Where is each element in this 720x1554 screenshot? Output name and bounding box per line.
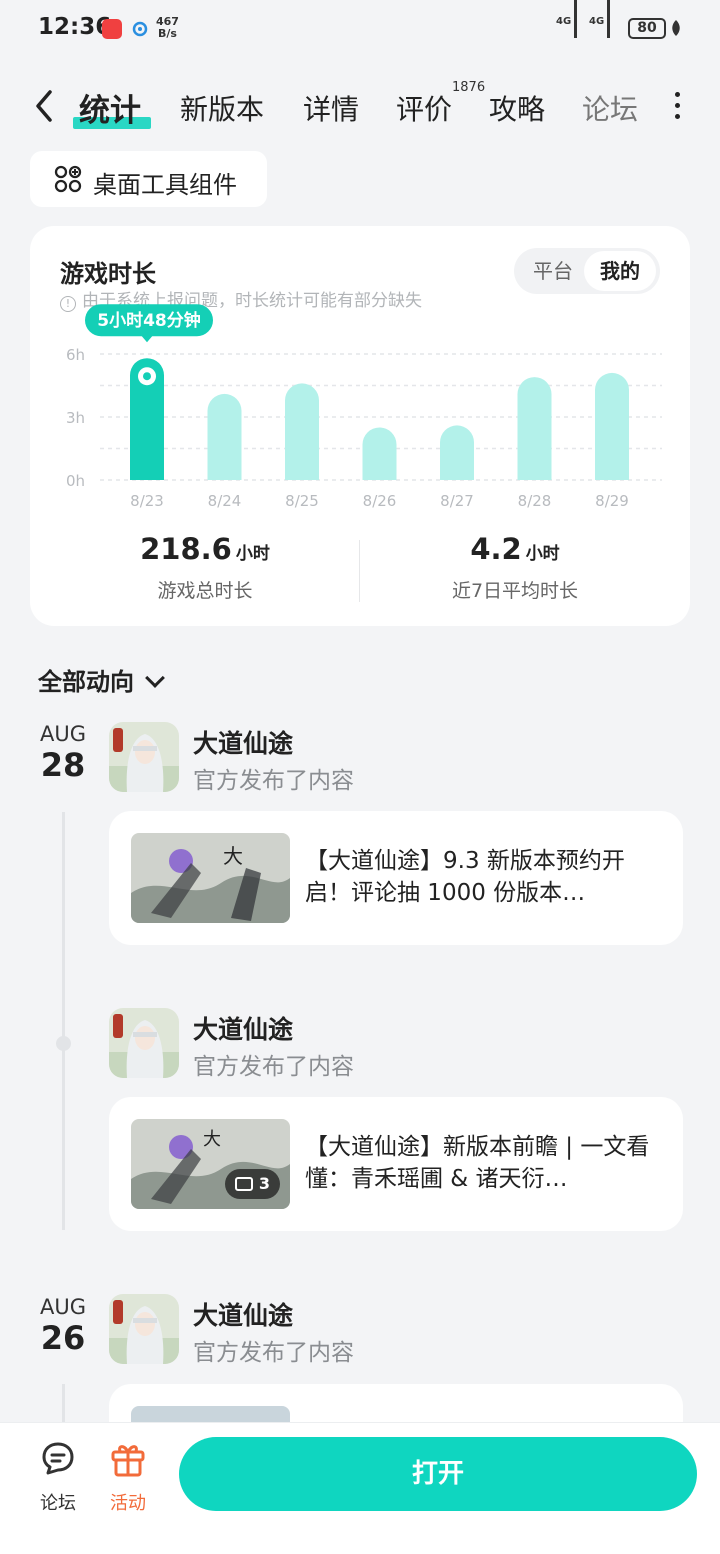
battery-icon: 80 <box>628 18 666 39</box>
forum-chat-icon <box>42 1442 74 1475</box>
event-button[interactable]: 活动 <box>98 1439 158 1515</box>
x-tick-label: 8/24 <box>208 492 242 510</box>
activity-filter-dropdown[interactable]: 全部动向 <box>38 662 165 697</box>
average-label: 近7日平均时长 <box>451 580 579 602</box>
post-thumbnail: 大 3 <box>131 1119 290 1209</box>
date-marker: AUG 26 <box>30 1295 96 1357</box>
chart-bar <box>517 377 552 480</box>
network-type-1: 4G <box>556 16 572 27</box>
image-icon <box>234 1177 253 1191</box>
desktop-widget-label: 桌面工具组件 <box>93 171 237 199</box>
chart-bar <box>207 393 242 480</box>
event-label: 活动 <box>110 1493 146 1514</box>
x-tick-label: 8/29 <box>595 492 629 510</box>
y-tick-label: 0h <box>66 472 85 490</box>
image-count-badge: 3 <box>224 1169 280 1199</box>
timeline-line <box>62 1384 65 1424</box>
gift-icon <box>111 1445 145 1477</box>
speed-unit: B/s <box>158 27 177 40</box>
y-tick-label: 6h <box>66 346 85 364</box>
chart-bar <box>285 383 319 480</box>
status-bar: 12:36 467 B/s 4G 4G 80 <box>0 0 720 60</box>
total-value: 218.6 <box>140 532 232 566</box>
average-playtime: 4.2 小时 近7日平均时长 <box>400 532 630 603</box>
tab-bar: 统计 新版本 详情 评价 1876 攻略 论坛 <box>0 78 720 138</box>
x-tick-label: 8/25 <box>285 492 319 510</box>
date-marker: AUG 28 <box>30 722 96 784</box>
post-thumbnail: 大 <box>131 833 290 923</box>
chart-bar <box>440 425 474 480</box>
status-time: 12:36 <box>38 14 112 40</box>
timeline-dot <box>56 1036 71 1051</box>
tab-reviews[interactable]: 评价 <box>396 88 452 128</box>
game-avatar-image <box>109 1008 179 1078</box>
y-tick-label: 3h <box>66 409 85 427</box>
forum-label: 论坛 <box>40 1493 76 1514</box>
game-name[interactable]: 大道仙途 <box>193 1010 293 1046</box>
open-game-button[interactable]: 打开 <box>179 1437 697 1511</box>
reviews-count-badge: 1876 <box>452 80 486 95</box>
chart-bar <box>362 427 397 480</box>
game-avatar[interactable] <box>109 722 179 792</box>
tooltip-pointer <box>141 335 153 343</box>
bottom-action-bar: 论坛 活动 打开 <box>0 1422 720 1554</box>
average-value: 4.2 <box>470 532 522 566</box>
signal-1-icon: 4G <box>556 0 577 40</box>
tab-details[interactable]: 详情 <box>303 88 359 128</box>
timeline-line <box>62 812 65 1230</box>
network-type-2: 4G <box>589 16 605 27</box>
date-day: 28 <box>40 746 86 784</box>
tab-guides[interactable]: 攻略 <box>489 88 545 128</box>
svg-text:大: 大 <box>203 1129 221 1150</box>
post-card[interactable]: 大 3 【大道仙途】新版本前瞻 | 一文看懂：青禾瑶圃 & 诸天衍… <box>109 1097 683 1231</box>
game-avatar-image <box>109 722 179 792</box>
chevron-down-icon <box>145 668 165 688</box>
network-speed: 467 B/s <box>156 16 179 40</box>
post-subtitle: 官方发布了内容 <box>193 1340 354 1366</box>
game-avatar[interactable] <box>109 1008 179 1078</box>
game-avatar[interactable] <box>109 1294 179 1364</box>
stats-divider <box>359 540 360 602</box>
tab-forum[interactable]: 论坛 <box>582 88 638 128</box>
svg-text:大: 大 <box>223 844 243 868</box>
back-icon[interactable] <box>30 86 60 126</box>
tab-new-version[interactable]: 新版本 <box>180 88 264 128</box>
image-count: 3 <box>258 1174 270 1193</box>
game-name[interactable]: 大道仙途 <box>193 1296 293 1332</box>
play-time-card: 游戏时长 ! 由于系统上报问题，时长统计可能有部分缺失 平台 我的 6h 3h 0h 8… <box>30 226 690 626</box>
post-title: 【大道仙途】9.3 新版本预约开启！评论抽 1000 份版本… <box>305 848 625 906</box>
post-title: 【大道仙途】新版本前瞻 | 一文看懂：青禾瑶圃 & 诸天衍… <box>305 1134 650 1192</box>
post-card[interactable]: 大 【大道仙途】9.3 新版本预约开启！评论抽 1000 份版本… <box>109 811 683 945</box>
total-label: 游戏总时长 <box>157 580 253 602</box>
more-options-icon[interactable] <box>672 92 682 122</box>
x-tick-label: 8/26 <box>363 492 397 510</box>
widget-grid-icon <box>54 165 82 193</box>
forum-button[interactable]: 论坛 <box>28 1439 88 1515</box>
date-month: AUG <box>39 722 86 746</box>
selected-marker-dot <box>143 372 151 381</box>
tooltip-text: 5小时48分钟 <box>97 310 201 331</box>
chart-bar <box>595 372 629 480</box>
date-month: AUG <box>39 1295 86 1319</box>
x-tick-label: 8/23 <box>130 492 164 510</box>
desktop-widget-button[interactable]: 桌面工具组件 <box>30 151 267 207</box>
date-day: 26 <box>40 1319 86 1357</box>
app-notification-icon <box>102 19 122 39</box>
game-avatar-image <box>109 1294 179 1364</box>
game-name[interactable]: 大道仙途 <box>193 724 293 760</box>
carrier-icon <box>132 21 148 37</box>
total-playtime: 218.6 小时 游戏总时长 <box>90 532 320 603</box>
x-tick-label: 8/27 <box>440 492 474 510</box>
leaf-icon <box>672 20 680 36</box>
total-unit: 小时 <box>235 544 270 564</box>
signal-2-icon: 4G <box>589 0 610 40</box>
activity-filter-label: 全部动向 <box>38 668 134 696</box>
post-subtitle: 官方发布了内容 <box>193 768 354 794</box>
post-subtitle: 官方发布了内容 <box>193 1054 354 1080</box>
tab-stats[interactable]: 统计 <box>79 85 141 130</box>
average-unit: 小时 <box>525 544 560 564</box>
x-tick-label: 8/28 <box>518 492 552 510</box>
